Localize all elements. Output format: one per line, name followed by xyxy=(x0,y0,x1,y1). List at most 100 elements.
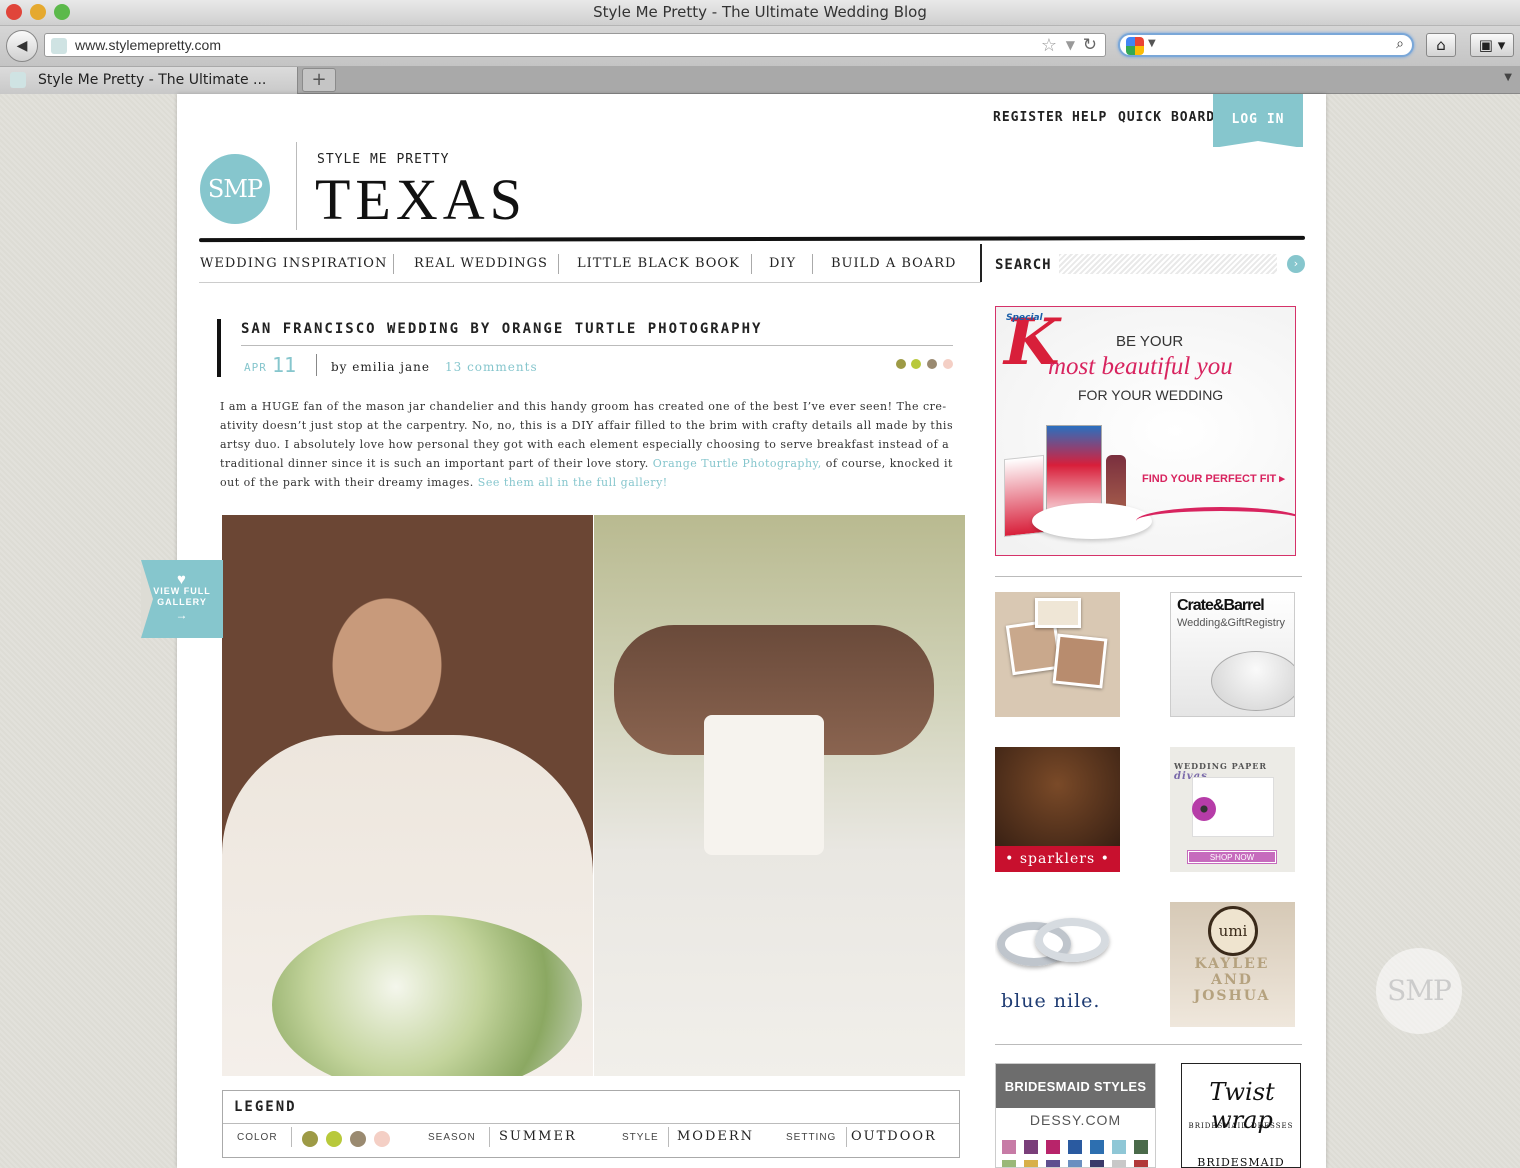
back-button[interactable]: ◀ xyxy=(6,30,38,62)
color-dot xyxy=(927,359,937,369)
umi-seal-logo: umi xyxy=(1208,906,1258,956)
photo-booth-ad[interactable] xyxy=(995,592,1120,717)
twist-wrap-ad[interactable]: Twist wrap BRIDESMAID DRESSES BRIDESMAID xyxy=(1181,1063,1301,1168)
bride-photo[interactable] xyxy=(222,515,593,1076)
legend-setting-label: SETTING xyxy=(786,1132,837,1143)
full-gallery-link[interactable]: See them all in the full gallery! xyxy=(478,476,668,489)
post-title[interactable]: SAN FRANCISCO WEDDING BY ORANGE TURTLE P… xyxy=(241,321,762,337)
gallery-tab-label: GALLERY xyxy=(157,597,207,607)
plate-image xyxy=(1032,503,1152,539)
shop-now-button[interactable]: SHOP NOW xyxy=(1187,850,1277,864)
new-tab-button[interactable]: + xyxy=(302,68,336,92)
umi-invitations-ad[interactable]: umi KAYLEE AND JOSHUA xyxy=(1170,902,1295,1027)
nav-underline xyxy=(199,282,981,283)
url-text[interactable]: www.stylemepretty.com xyxy=(75,37,221,53)
window-title: Style Me Pretty - The Ultimate Wedding B… xyxy=(593,3,927,21)
post-author[interactable]: by emilia jane xyxy=(331,360,430,374)
crate-barrel-tagline: Wedding&GiftRegistry xyxy=(1177,617,1286,629)
bookmark-star-icon[interactable]: ☆ xyxy=(1041,35,1057,56)
legend-setting-value[interactable]: OUTDOOR xyxy=(851,1129,937,1144)
legend-style-value[interactable]: MODERN xyxy=(677,1129,754,1144)
reload-icon[interactable]: ↻ xyxy=(1083,35,1097,55)
sparklers-ad[interactable]: • sparklers • xyxy=(995,747,1120,872)
color-swatch xyxy=(1112,1140,1126,1154)
legend-season-value[interactable]: SUMMER xyxy=(499,1129,577,1144)
register-link[interactable]: REGISTER xyxy=(993,110,1064,125)
nav-divider xyxy=(812,254,813,274)
color-dot xyxy=(896,359,906,369)
color-swatch xyxy=(1112,1160,1126,1167)
close-window-icon[interactable] xyxy=(6,4,22,20)
legend-title: LEGEND xyxy=(234,1099,297,1115)
site-title[interactable]: TEXAS xyxy=(315,166,527,233)
color-swatch xyxy=(1134,1140,1148,1154)
legend-color-label: COLOR xyxy=(237,1132,278,1143)
bouquet-rosary-photo[interactable] xyxy=(594,515,965,1076)
legend-color-dot[interactable] xyxy=(350,1131,366,1147)
chevron-right-icon: › xyxy=(1293,257,1299,270)
bowl-image xyxy=(1211,651,1294,711)
magnifier-icon[interactable]: ⌕ xyxy=(1396,36,1404,52)
legend-divider xyxy=(668,1127,669,1147)
post-body-text: of course, knocked it xyxy=(825,457,953,470)
nav-wedding-inspiration[interactable]: WEDDING INSPIRATION xyxy=(200,256,387,271)
special-k-ad[interactable]: K Special BE YOUR most beautiful you FOR… xyxy=(995,306,1296,556)
twist-wrap-text: BRIDESMAID xyxy=(1197,1156,1285,1168)
umi-invitation-names: KAYLEE AND JOSHUA xyxy=(1193,956,1271,1004)
zoom-window-icon[interactable] xyxy=(54,4,70,20)
arrow-right-icon: → xyxy=(175,608,189,622)
page-viewport: REGISTER HELP QUICK BOARD LOG IN SMP STY… xyxy=(0,94,1520,1168)
wedding-paper-divas-ad[interactable]: WEDDING PAPER divas SHOP NOW xyxy=(1170,747,1295,872)
nav-diy[interactable]: DIY xyxy=(769,256,796,271)
nav-divider xyxy=(751,254,752,274)
bookmarks-button[interactable]: ▣ ▾ xyxy=(1470,33,1514,57)
blue-nile-ad[interactable]: blue nile. xyxy=(995,902,1120,1027)
window-titlebar: Style Me Pretty - The Ultimate Wedding B… xyxy=(0,0,1520,26)
dessy-ad[interactable]: BRIDESMAID STYLES DESSY.COM xyxy=(995,1063,1156,1168)
browser-search-input[interactable]: ▼ ⌕ xyxy=(1118,33,1414,57)
legend-color-dot[interactable] xyxy=(374,1131,390,1147)
nav-real-weddings[interactable]: REAL WEDDINGS xyxy=(414,256,548,271)
login-button[interactable]: LOG IN xyxy=(1213,94,1303,148)
nav-build-a-board[interactable]: BUILD A BOARD xyxy=(831,256,956,271)
color-swatch xyxy=(1024,1160,1038,1167)
legend-divider xyxy=(291,1127,292,1147)
nav-little-black-book[interactable]: LITTLE BLACK BOOK xyxy=(577,256,740,271)
search-engine-dropdown-icon[interactable]: ▼ xyxy=(1148,38,1156,49)
tab-list-icon[interactable]: ▼ xyxy=(1504,72,1512,83)
post-comments-link[interactable]: 13 comments xyxy=(445,360,538,374)
legend-color-dot[interactable] xyxy=(302,1131,318,1147)
help-link[interactable]: HELP xyxy=(1072,110,1107,125)
polaroid-image xyxy=(1052,633,1108,689)
sidebar-rule xyxy=(995,576,1302,577)
quick-board-link[interactable]: QUICK BOARD xyxy=(1118,110,1215,125)
home-button[interactable]: ⌂ xyxy=(1426,33,1456,57)
color-swatch xyxy=(1090,1160,1104,1167)
paper-divas-word: WEDDING xyxy=(1174,761,1228,771)
back-arrow-icon: ◀ xyxy=(16,38,28,54)
smp-logo[interactable]: SMP xyxy=(200,154,270,224)
post-date-day: 11 xyxy=(272,353,297,377)
search-go-button[interactable]: › xyxy=(1287,255,1305,273)
minimize-window-icon[interactable] xyxy=(30,4,46,20)
address-bar[interactable]: www.stylemepretty.com ☆ ▼ ↻ xyxy=(44,33,1106,57)
site-search-input[interactable] xyxy=(1059,254,1277,274)
search-divider xyxy=(980,244,982,282)
history-dropdown-icon[interactable]: ▼ xyxy=(1066,38,1075,52)
crate-barrel-ad[interactable]: Crate&Barrel Wedding&GiftRegistry xyxy=(1170,592,1295,717)
post-date-month: APR xyxy=(244,361,267,374)
legend-color-dot[interactable] xyxy=(326,1131,342,1147)
ad-cta-link[interactable]: FIND YOUR PERFECT FIT ▸ xyxy=(1142,472,1285,485)
home-icon: ⌂ xyxy=(1436,36,1446,54)
header-rule xyxy=(198,235,1306,243)
color-swatch xyxy=(1134,1160,1148,1167)
legend-season-label: SEASON xyxy=(428,1132,476,1143)
photographer-link[interactable]: Orange Turtle Photography, xyxy=(653,457,822,470)
tab-favicon-icon xyxy=(10,72,26,88)
post-body-line: artsy duo. I absolutely love how persona… xyxy=(220,438,950,451)
browser-tab[interactable]: Style Me Pretty - The Ultimate ... xyxy=(0,67,298,94)
color-swatch xyxy=(1002,1140,1016,1154)
browser-toolbar: ◀ www.stylemepretty.com ☆ ▼ ↻ ▼ ⌕ ⌂ ▣ ▾ xyxy=(0,26,1520,66)
google-icon[interactable] xyxy=(1126,37,1144,55)
view-full-gallery-tab[interactable]: ♥ VIEW FULL GALLERY → xyxy=(141,560,223,638)
